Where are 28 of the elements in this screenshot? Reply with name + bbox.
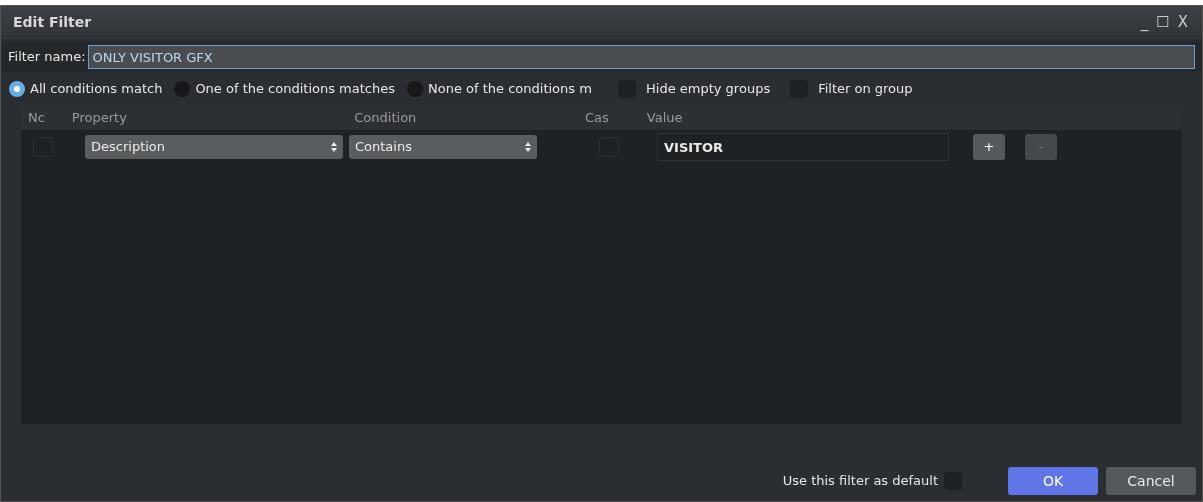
column-header: Nc: [28, 109, 45, 128]
checkbox-label: Hide empty groups: [646, 80, 771, 99]
maximize-button[interactable]: ☐: [1154, 15, 1172, 30]
filter-name-label: Filter name:: [8, 48, 86, 67]
value-field[interactable]: VISITOR: [657, 133, 949, 161]
column-header: Property: [71, 109, 127, 128]
close-button[interactable]: X: [1175, 15, 1190, 30]
dropdown[interactable]: Contains: [349, 135, 537, 159]
updown-arrows-icon: [525, 142, 531, 152]
radio-label: None of the conditions m: [428, 80, 593, 99]
window-title: Edit Filter: [13, 13, 92, 32]
radio-label: All conditions match: [30, 80, 163, 99]
add-condition-button[interactable]: +: [973, 134, 1005, 160]
column-header: Condition: [354, 109, 417, 128]
filter-name-field[interactable]: ONLY VISITOR GFX: [87, 45, 1195, 69]
dropdown[interactable]: Description: [85, 135, 343, 159]
radio-label: One of the conditions matches: [195, 80, 395, 99]
minimize-button[interactable]: _: [1138, 15, 1151, 30]
default-filter-label: Use this filter as default: [782, 472, 938, 491]
radio-button[interactable]: [174, 81, 191, 97]
radio-button[interactable]: [9, 81, 25, 97]
column-header: Cas: [585, 109, 609, 128]
cancel-button[interactable]: Cancel: [1106, 467, 1196, 495]
radio-button[interactable]: [407, 81, 423, 97]
ok-button[interactable]: OK: [1008, 467, 1098, 495]
checkbox-label: Filter on group: [818, 80, 913, 99]
column-header: Value: [646, 109, 683, 128]
updown-arrows-icon: [331, 142, 337, 152]
